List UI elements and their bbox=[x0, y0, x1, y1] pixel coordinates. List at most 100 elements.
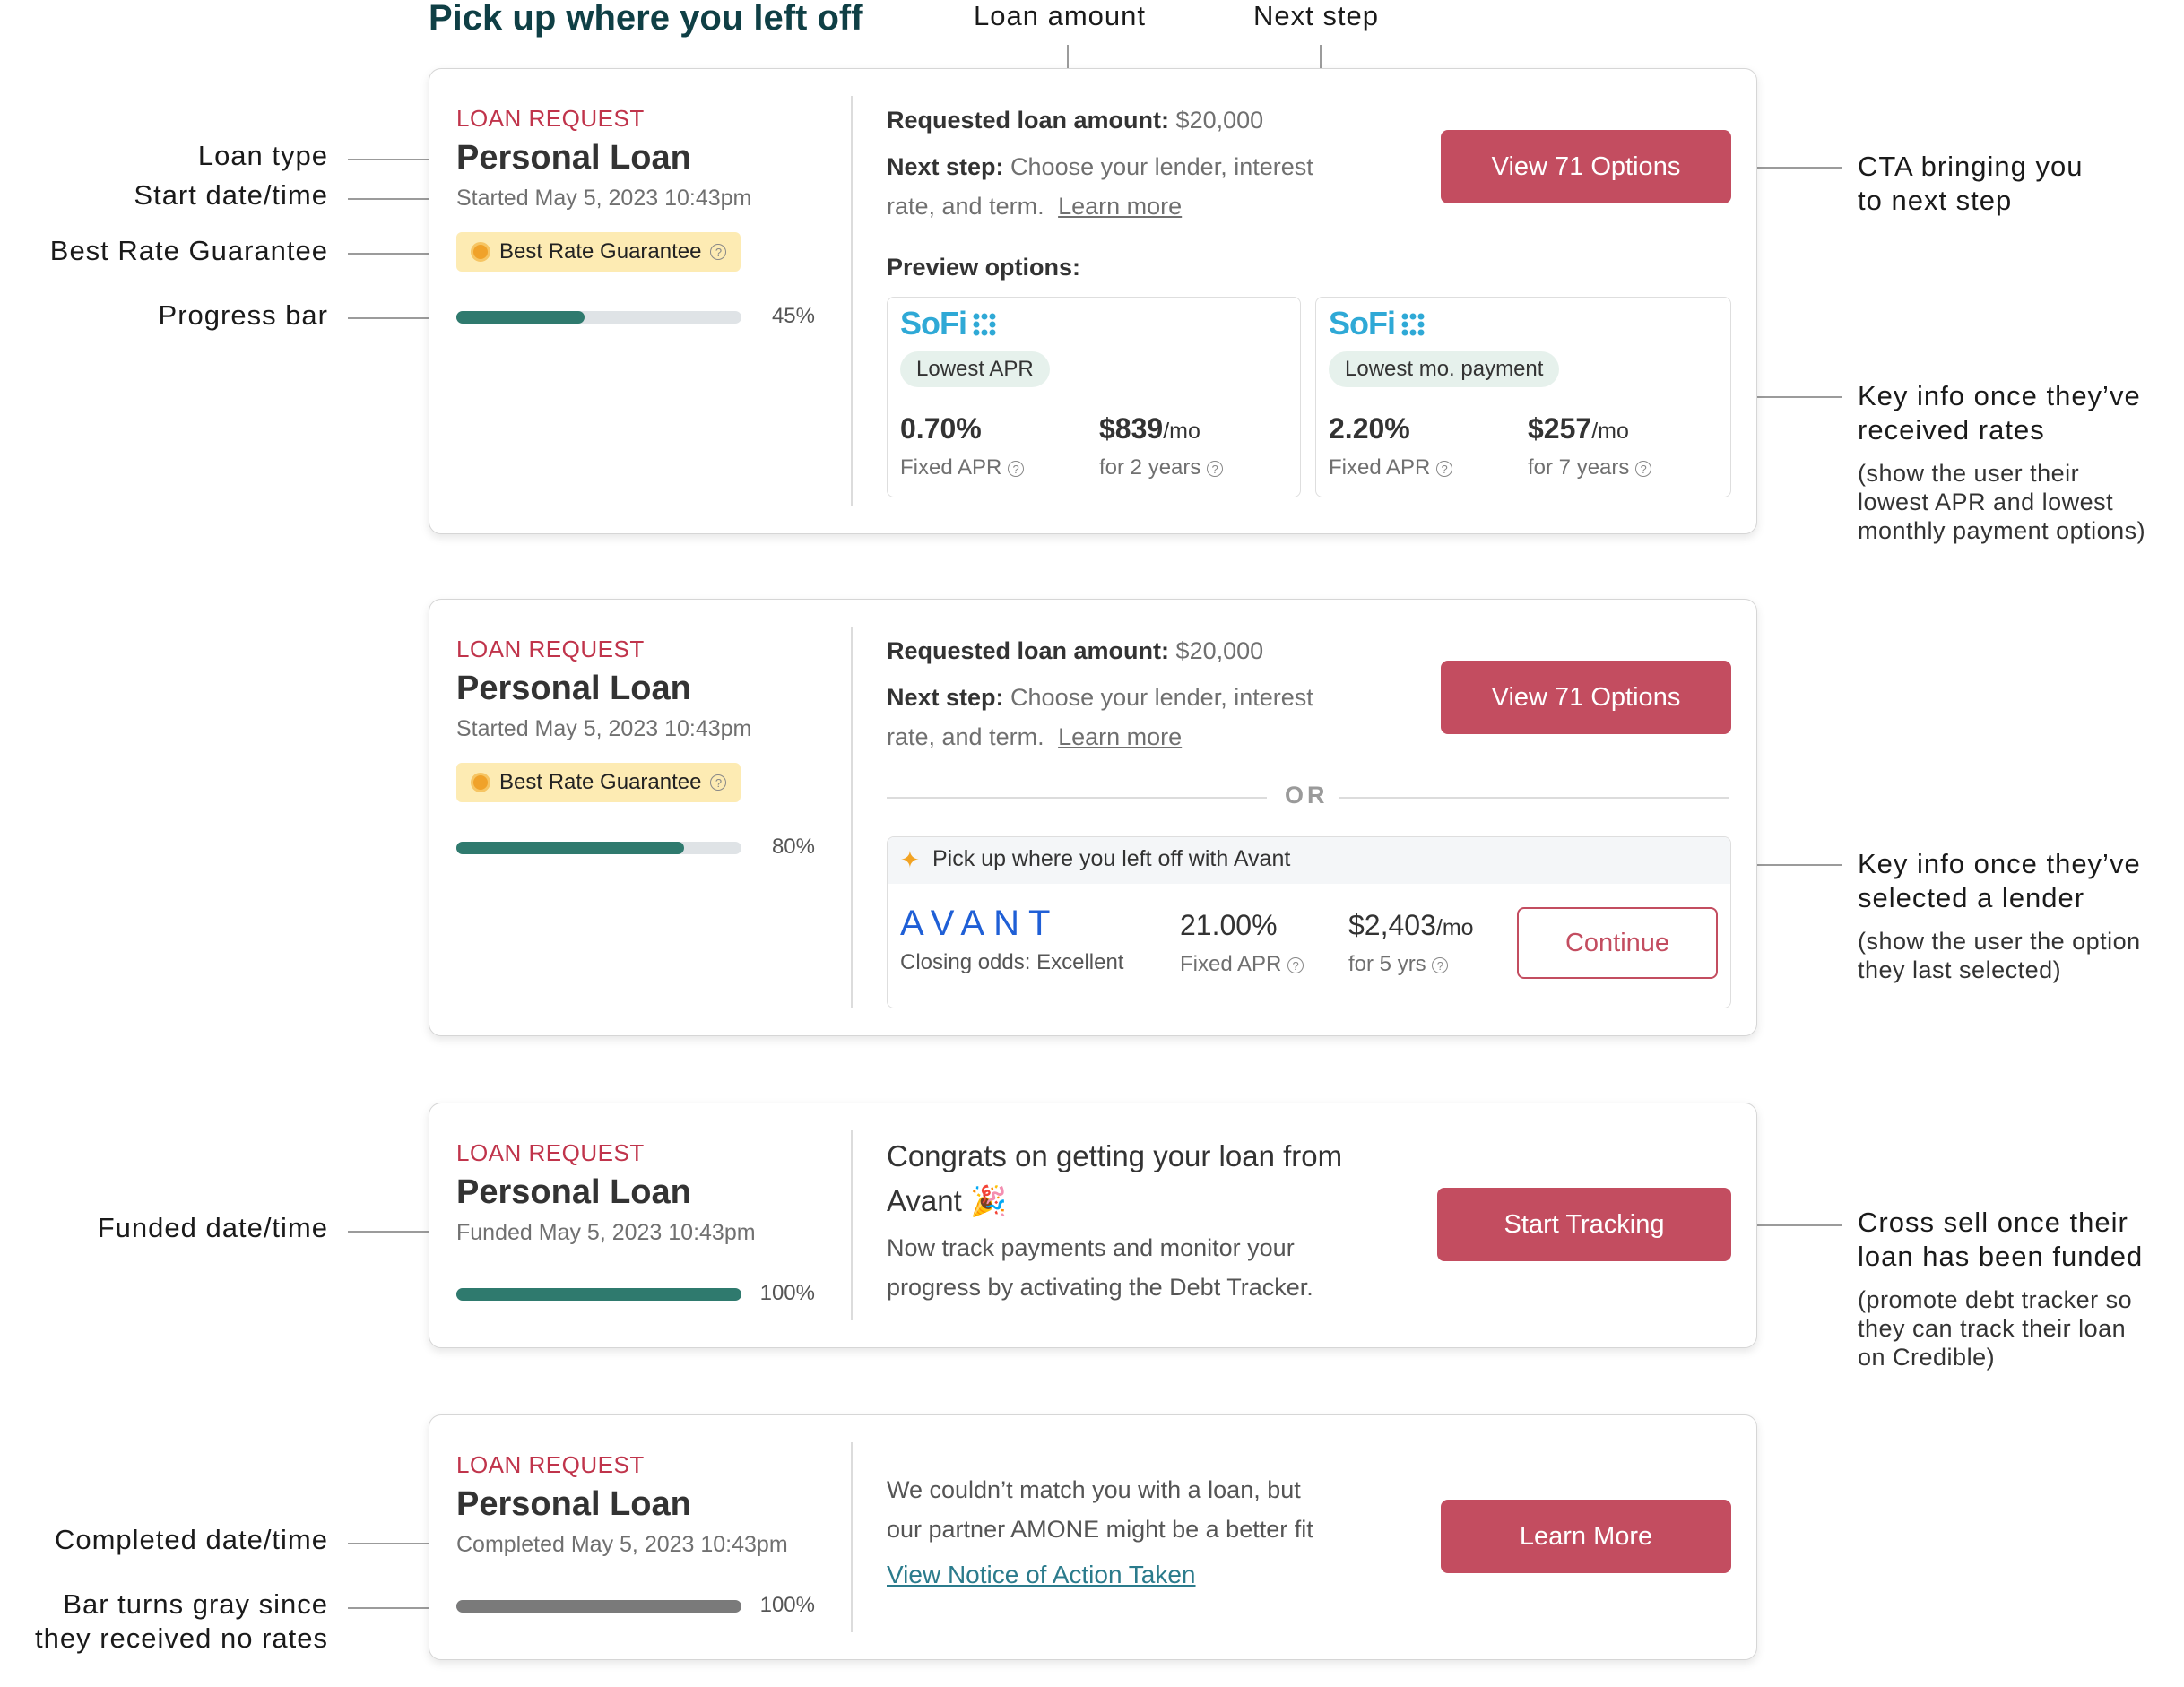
notice-link[interactable]: View Notice of Action Taken bbox=[887, 1561, 1196, 1588]
annotation-cross-sell-1: Cross sell once their bbox=[1858, 1207, 2128, 1238]
loan-card-rates: LOAN REQUEST Personal Loan Started May 5… bbox=[429, 68, 1757, 534]
loan-type-title: Personal Loan bbox=[456, 139, 691, 177]
option-term: for 7 years bbox=[1528, 455, 1630, 480]
start-tracking-button[interactable]: Start Tracking bbox=[1437, 1188, 1731, 1261]
loan-card-funded: LOAN REQUEST Personal Loan Funded May 5,… bbox=[429, 1103, 1757, 1348]
annotation-lender-1: Key info once they’ve bbox=[1858, 848, 2141, 879]
card-eyebrow: LOAN REQUEST bbox=[456, 636, 645, 662]
progress-percent: 100% bbox=[759, 1281, 815, 1305]
annotation-funded-date: Funded date/time bbox=[97, 1212, 328, 1243]
annotation-cta-1: CTA bringing you bbox=[1858, 151, 2084, 182]
annotation-cross-sell-2: loan has been funded bbox=[1858, 1241, 2144, 1272]
progress-bar bbox=[456, 842, 741, 854]
loan-type-title: Personal Loan bbox=[456, 1173, 691, 1211]
closing-odds: Closing odds: Excellent bbox=[900, 950, 1124, 974]
avant-payment: $2,403 bbox=[1348, 909, 1436, 941]
progress-fill bbox=[456, 1288, 741, 1301]
option-apr: 0.70% bbox=[900, 412, 982, 445]
annotation-rates-sub-3: monthly payment options) bbox=[1858, 517, 2146, 544]
help-icon[interactable]: ? bbox=[1207, 460, 1224, 477]
apr-label: Fixed APR bbox=[1329, 455, 1431, 480]
progress-percent: 45% bbox=[771, 304, 815, 328]
payment-unit: /mo bbox=[1435, 915, 1474, 940]
annotation-progress-bar: Progress bar bbox=[158, 299, 328, 331]
help-icon[interactable]: ? bbox=[1432, 956, 1449, 973]
annotation-cross-sell-sub-3: on Credible) bbox=[1858, 1344, 1996, 1371]
medal-icon bbox=[471, 242, 490, 262]
medal-icon bbox=[471, 773, 490, 792]
body-line-1: We couldn’t match you with a loan, but bbox=[887, 1476, 1301, 1503]
option-apr: 2.20% bbox=[1329, 412, 1410, 445]
view-options-button[interactable]: View 71 Options bbox=[1441, 130, 1731, 203]
annotation-lender-2: selected a lender bbox=[1858, 882, 2085, 913]
amount-label: Requested loan amount: bbox=[887, 107, 1170, 134]
learn-more-link[interactable]: Learn more bbox=[1058, 723, 1182, 750]
annotation-best-rate: Best Rate Guarantee bbox=[49, 235, 328, 266]
badge-label: Best Rate Guarantee bbox=[499, 239, 702, 264]
apr-label: Fixed APR bbox=[900, 455, 1002, 480]
next-step-label: Next step: bbox=[887, 684, 1004, 711]
best-rate-badge[interactable]: Best Rate Guarantee ? bbox=[456, 763, 741, 802]
avant-resume-card: ✦ Pick up where you left off with Avant … bbox=[887, 836, 1731, 1008]
party-icon: 🎉 bbox=[969, 1184, 1008, 1217]
annotation-cross-sell-sub-2: they can track their loan bbox=[1858, 1315, 2127, 1342]
annotation-start-date: Start date/time bbox=[134, 179, 328, 211]
card-eyebrow: LOAN REQUEST bbox=[456, 1139, 645, 1166]
sofi-dots-icon bbox=[973, 313, 996, 336]
help-icon[interactable]: ? bbox=[1287, 956, 1304, 973]
option-term: for 2 years bbox=[1099, 455, 1201, 480]
progress-fill bbox=[456, 311, 585, 324]
annotation-rates-sub-2: lowest APR and lowest bbox=[1858, 489, 2114, 515]
option-tag: Lowest APR bbox=[900, 351, 1050, 387]
sofi-logo: SoFi bbox=[1329, 305, 1396, 342]
view-options-button[interactable]: View 71 Options bbox=[1441, 661, 1731, 734]
learn-more-link[interactable]: Learn more bbox=[1058, 193, 1182, 220]
annotation-loan-type: Loan type bbox=[197, 140, 328, 171]
learn-more-button[interactable]: Learn More bbox=[1441, 1500, 1731, 1573]
sofi-dots-icon bbox=[1401, 313, 1425, 336]
amount-value: $20,000 bbox=[1175, 637, 1264, 664]
progress-bar bbox=[456, 1600, 741, 1613]
badge-label: Best Rate Guarantee bbox=[499, 770, 702, 794]
amount-label: Requested loan amount: bbox=[887, 637, 1170, 664]
loan-type-title: Personal Loan bbox=[456, 1485, 691, 1523]
congrats-line-2: Avant bbox=[887, 1184, 962, 1217]
annotation-completed-date: Completed date/time bbox=[54, 1524, 328, 1555]
preview-option-card[interactable]: SoFi Lowest APR 0.70% Fixed APR ? $839/m… bbox=[887, 297, 1301, 497]
body-line-2: progress by activating the Debt Tracker. bbox=[887, 1274, 1313, 1301]
option-payment: $257 bbox=[1528, 412, 1592, 445]
help-icon[interactable]: ? bbox=[710, 774, 727, 791]
next-step-value-2: rate, and term. bbox=[887, 193, 1044, 220]
funded-date: Funded May 5, 2023 10:43pm bbox=[456, 1220, 756, 1245]
body-line-1: Now track payments and monitor your bbox=[887, 1234, 1295, 1261]
help-icon[interactable]: ? bbox=[1436, 460, 1453, 477]
annotation-rates-2: received rates bbox=[1858, 414, 2045, 446]
card-eyebrow: LOAN REQUEST bbox=[456, 105, 645, 132]
avant-term: for 5 yrs bbox=[1348, 952, 1426, 976]
next-step-value-2: rate, and term. bbox=[887, 723, 1044, 750]
start-date: Started May 5, 2023 10:43pm bbox=[456, 716, 752, 741]
annotation-gray-bar-1: Bar turns gray since bbox=[63, 1588, 328, 1620]
help-icon[interactable]: ? bbox=[1635, 460, 1652, 477]
page-title: Pick up where you left off bbox=[429, 0, 863, 38]
continue-button[interactable]: Continue bbox=[1517, 907, 1718, 979]
annotation-loan-amount: Loan amount bbox=[974, 0, 1146, 31]
progress-fill bbox=[456, 842, 685, 854]
amount-value: $20,000 bbox=[1175, 107, 1264, 134]
help-icon[interactable]: ? bbox=[710, 244, 727, 260]
sparkle-icon: ✦ bbox=[900, 846, 920, 873]
option-payment: $839 bbox=[1099, 412, 1164, 445]
body-line-2: our partner AMONE might be a better fit bbox=[887, 1516, 1313, 1543]
avant-header: Pick up where you left off with Avant bbox=[932, 846, 1291, 871]
annotation-cta-2: to next step bbox=[1858, 185, 2013, 216]
help-icon[interactable]: ? bbox=[1008, 460, 1025, 477]
best-rate-badge[interactable]: Best Rate Guarantee ? bbox=[456, 232, 741, 272]
sofi-logo: SoFi bbox=[900, 305, 967, 342]
progress-bar bbox=[456, 311, 741, 324]
annotation-lender-sub-2: they last selected) bbox=[1858, 956, 2062, 983]
annotation-next-step: Next step bbox=[1253, 0, 1379, 31]
annotation-lender-sub-1: (show the user the option bbox=[1858, 928, 2141, 955]
preview-option-card[interactable]: SoFi Lowest mo. payment 2.20% Fixed APR … bbox=[1315, 297, 1731, 497]
loan-type-title: Personal Loan bbox=[456, 670, 691, 707]
apr-label: Fixed APR bbox=[1180, 952, 1282, 976]
